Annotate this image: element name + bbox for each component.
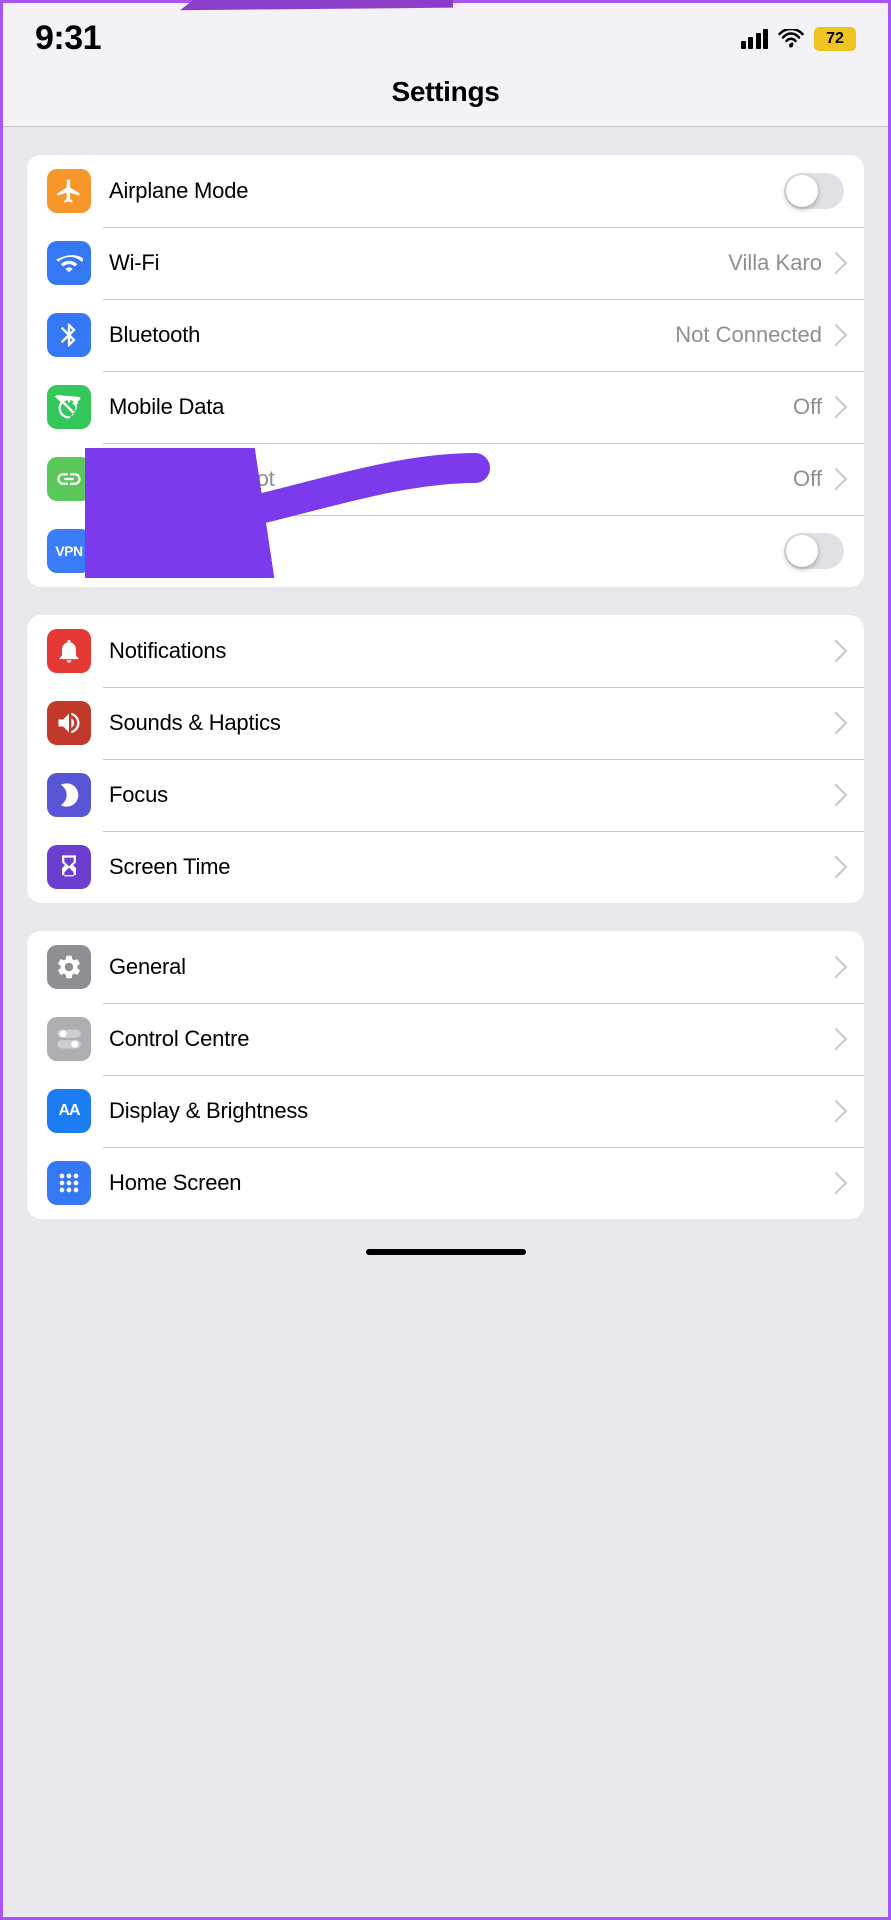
bluetooth-icon-wrapper (47, 313, 91, 357)
airplane-mode-row[interactable]: Airplane Mode (27, 155, 864, 227)
home-indicator-area (3, 1219, 888, 1285)
personal-hotspot-chevron (825, 468, 848, 491)
wifi-row-icon (55, 249, 83, 277)
battery-level: 72 (826, 30, 844, 48)
vpn-row[interactable]: VPN VPN (27, 515, 864, 587)
bluetooth-value: Not Connected (675, 322, 822, 348)
notifications-row[interactable]: Notifications (27, 615, 864, 687)
mobile-data-value: Off (793, 394, 822, 420)
mobile-data-chevron (825, 396, 848, 419)
display-brightness-row[interactable]: AA Display & Brightness (27, 1075, 864, 1147)
bluetooth-row[interactable]: Bluetooth Not Connected (27, 299, 864, 371)
wifi-row[interactable]: Wi-Fi Villa Karo (27, 227, 864, 299)
airplane-mode-label: Airplane Mode (109, 178, 784, 204)
home-indicator (366, 1249, 526, 1255)
personal-hotspot-label: Personal Hotspot (109, 466, 793, 492)
home-screen-chevron (825, 1172, 848, 1195)
display-brightness-label: Display & Brightness (109, 1098, 828, 1124)
focus-label: Focus (109, 782, 828, 808)
display-brightness-chevron (825, 1100, 848, 1123)
airplane-icon (55, 177, 83, 205)
hourglass-icon (55, 853, 83, 881)
control-centre-label: Control Centre (109, 1026, 828, 1052)
wifi-icon-wrapper (47, 241, 91, 285)
vpn-icon-wrapper: VPN (47, 529, 91, 573)
wifi-status-icon (778, 29, 804, 49)
antenna-icon (55, 393, 83, 421)
display-brightness-icon-wrapper: AA (47, 1089, 91, 1133)
general-icon-wrapper (47, 945, 91, 989)
sounds-haptics-label: Sounds & Haptics (109, 710, 828, 736)
vpn-toggle[interactable] (784, 533, 844, 569)
battery-indicator: 72 (814, 27, 856, 51)
sounds-haptics-chevron (825, 712, 848, 735)
moon-icon (55, 781, 83, 809)
signal-icon (741, 29, 769, 49)
vpn-text-icon: VPN (55, 543, 82, 559)
home-screen-icon-wrapper (47, 1161, 91, 1205)
connectivity-section: Airplane Mode Wi-Fi Villa Karo Bluetooth… (27, 155, 864, 587)
sounds-haptics-icon-wrapper (47, 701, 91, 745)
screen-time-chevron (825, 856, 848, 879)
focus-chevron (825, 784, 848, 807)
gear-icon (55, 953, 83, 981)
control-centre-icon-wrapper (47, 1017, 91, 1061)
focus-row[interactable]: Focus (27, 759, 864, 831)
personal-hotspot-icon-wrapper (47, 457, 91, 501)
mobile-data-label: Mobile Data (109, 394, 793, 420)
personal-hotspot-row[interactable]: Personal Hotspot Off (27, 443, 864, 515)
mobile-data-row[interactable]: Mobile Data Off (27, 371, 864, 443)
screen-time-label: Screen Time (109, 854, 828, 880)
control-centre-chevron (825, 1028, 848, 1051)
vpn-label: VPN (109, 538, 784, 564)
airplane-mode-toggle[interactable] (784, 173, 844, 209)
general-row[interactable]: General (27, 931, 864, 1003)
toggle-switch-icon (55, 1025, 83, 1053)
sounds-haptics-row[interactable]: Sounds & Haptics (27, 687, 864, 759)
grid-icon (55, 1169, 83, 1197)
focus-icon-wrapper (47, 773, 91, 817)
screen-time-row[interactable]: Screen Time (27, 831, 864, 903)
general-label: General (109, 954, 828, 980)
wifi-label: Wi-Fi (109, 250, 728, 276)
bluetooth-label: Bluetooth (109, 322, 675, 348)
home-screen-label: Home Screen (109, 1170, 828, 1196)
control-centre-row[interactable]: Control Centre (27, 1003, 864, 1075)
notifications-section: Notifications Sounds & Haptics Focus Scr… (27, 615, 864, 903)
status-bar: 9:31 72 (3, 3, 888, 66)
general-chevron (825, 956, 848, 979)
screen-time-icon-wrapper (47, 845, 91, 889)
airplane-mode-icon-wrapper (47, 169, 91, 213)
page-title: Settings (3, 76, 888, 108)
notifications-label: Notifications (109, 638, 828, 664)
personal-hotspot-value: Off (793, 466, 822, 492)
mobile-data-icon-wrapper (47, 385, 91, 429)
notifications-icon-wrapper (47, 629, 91, 673)
link-icon (55, 465, 83, 493)
speaker-icon (55, 709, 83, 737)
page-title-bar: Settings (3, 66, 888, 127)
status-icons: 72 (741, 27, 857, 51)
notifications-chevron (825, 640, 848, 663)
wifi-chevron (825, 252, 848, 275)
wifi-value: Villa Karo (728, 250, 822, 276)
bluetooth-icon (55, 321, 83, 349)
display-section: General Control Centre AA Display & Brig… (27, 931, 864, 1219)
home-screen-row[interactable]: Home Screen (27, 1147, 864, 1219)
bluetooth-chevron (825, 324, 848, 347)
bell-icon (55, 637, 83, 665)
aa-text-icon: AA (58, 1102, 79, 1120)
status-time: 9:31 (35, 19, 101, 58)
